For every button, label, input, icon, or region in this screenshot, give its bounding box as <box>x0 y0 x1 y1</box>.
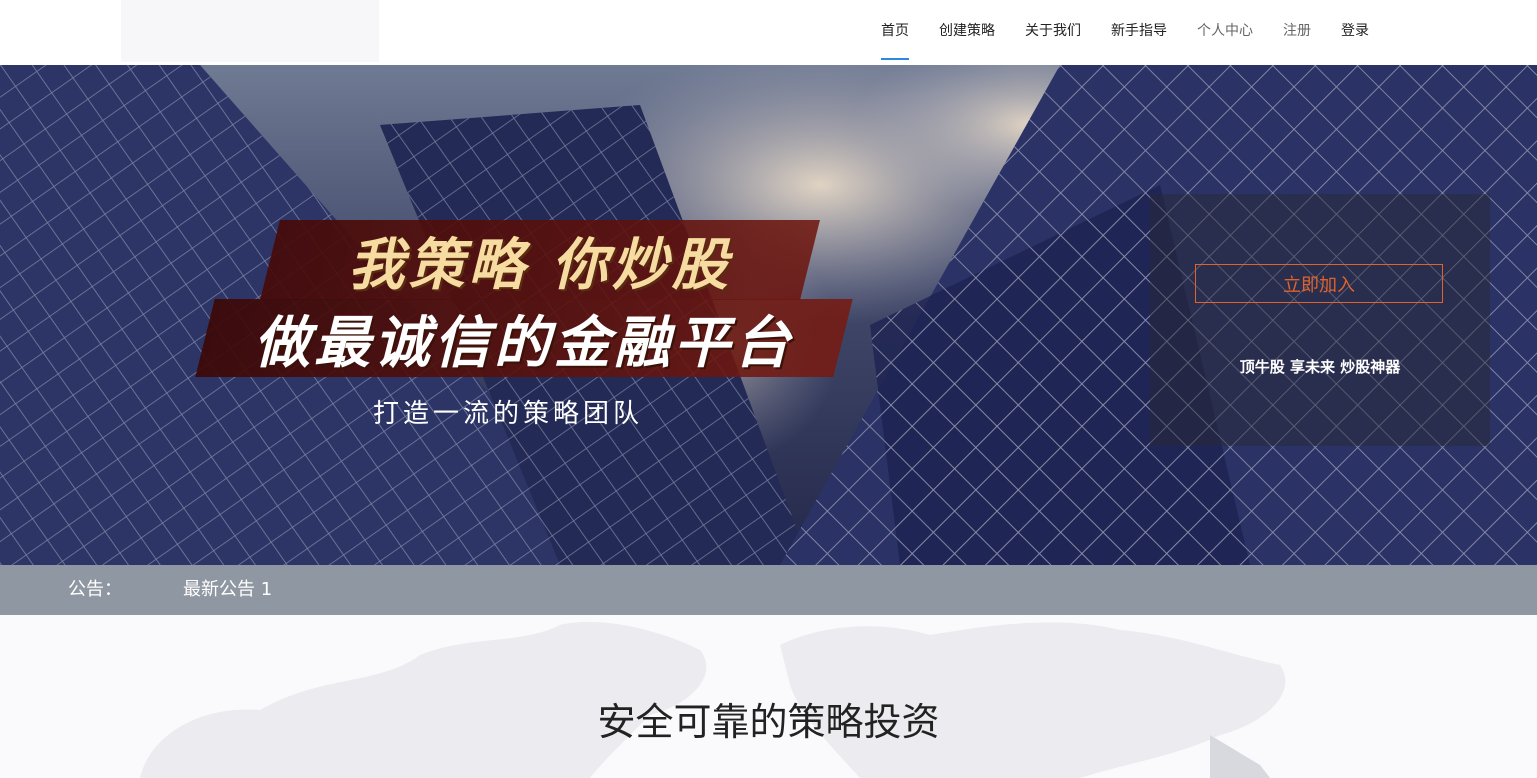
section-title: 安全可靠的策略投资 <box>597 700 940 744</box>
logo[interactable] <box>121 0 379 62</box>
slogan-line-2: 做最诚信的金融平台 <box>195 299 853 377</box>
main-nav: 首页 创建策略 关于我们 新手指导 个人中心 注册 登录 <box>866 0 1384 62</box>
hero-banner: 我策略 你炒股 做最诚信的金融平台 打造一流的策略团队 立即加入 顶牛股 享未来… <box>0 65 1537 565</box>
join-now-button[interactable]: 立即加入 <box>1195 264 1443 303</box>
join-panel: 立即加入 顶牛股 享未来 炒股神器 <box>1150 194 1490 446</box>
hero-subtitle: 打造一流的策略团队 <box>373 399 644 429</box>
announcement-item[interactable]: 最新公告 1 <box>183 565 272 615</box>
nav-item-create-strategy[interactable]: 创建策略 <box>924 0 1010 62</box>
nav-item-register[interactable]: 注册 <box>1268 0 1326 62</box>
slogan-line-1-text: 我策略 你炒股 <box>348 232 732 298</box>
slogan-line-1: 我策略 你炒股 <box>260 220 820 300</box>
nav-item-user-center[interactable]: 个人中心 <box>1182 0 1268 62</box>
announcement-bar: 公告： 最新公告 1 <box>0 565 1537 615</box>
content-section: 安全可靠的策略投资 <box>0 615 1537 778</box>
site-header: 首页 创建策略 关于我们 新手指导 个人中心 注册 登录 <box>0 0 1537 65</box>
nav-item-about-us[interactable]: 关于我们 <box>1010 0 1096 62</box>
nav-item-home[interactable]: 首页 <box>866 0 924 62</box>
nav-item-beginner-guide[interactable]: 新手指导 <box>1096 0 1182 62</box>
slogan-line-2-text: 做最诚信的金融平台 <box>254 310 794 376</box>
join-tagline: 顶牛股 享未来 炒股神器 <box>1239 358 1401 376</box>
announcement-label: 公告： <box>68 579 122 600</box>
nav-item-login[interactable]: 登录 <box>1326 0 1384 62</box>
